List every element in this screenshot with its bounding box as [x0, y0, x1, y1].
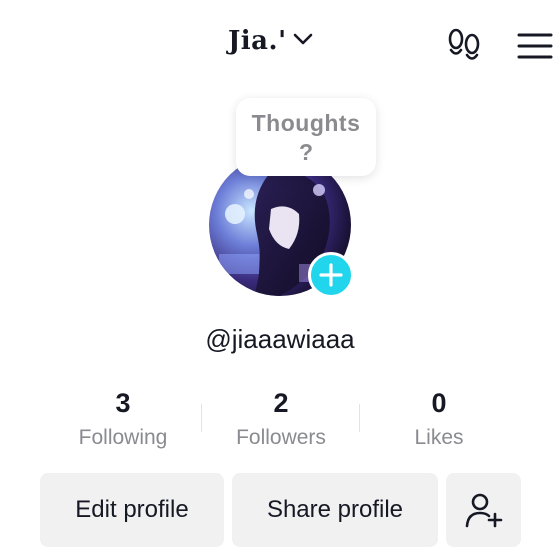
note-text-question: ? [298, 139, 314, 165]
stats-row: 3 Following 2 Followers 0 Likes [40, 388, 520, 458]
note-bubble[interactable]: Thoughts ? [236, 98, 376, 176]
note-text: Thoughts [251, 110, 361, 136]
account-switcher[interactable]: Jia.' [228, 26, 313, 56]
chevron-down-icon [293, 32, 313, 51]
footprint-icon[interactable] [444, 26, 484, 66]
add-user-icon [465, 493, 502, 528]
plus-icon [319, 263, 343, 287]
hamburger-menu-icon[interactable] [516, 30, 554, 62]
profile-handle: @jiaaawiaaa [205, 324, 355, 354]
share-profile-button[interactable]: Share profile [232, 473, 438, 547]
stat-value: 2 [273, 388, 289, 418]
top-bar: Jia.' [0, 0, 560, 90]
account-name: Jia.' [228, 26, 287, 56]
stat-followers[interactable]: 2 Followers [201, 388, 361, 450]
stat-likes[interactable]: 0 Likes [359, 388, 519, 450]
stat-following[interactable]: 3 Following [43, 388, 203, 450]
stat-label: Following [78, 426, 168, 449]
stat-value: 3 [115, 388, 131, 418]
add-friends-button[interactable] [446, 473, 521, 547]
edit-profile-button[interactable]: Edit profile [40, 473, 224, 547]
stat-value: 0 [431, 388, 447, 418]
add-avatar-button[interactable] [308, 252, 354, 298]
stat-label: Likes [414, 426, 464, 449]
stat-label: Followers [236, 426, 326, 449]
